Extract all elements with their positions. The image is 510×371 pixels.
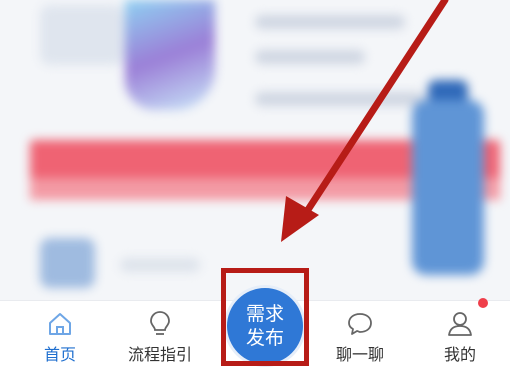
annotation-arrow [281,0,449,242]
